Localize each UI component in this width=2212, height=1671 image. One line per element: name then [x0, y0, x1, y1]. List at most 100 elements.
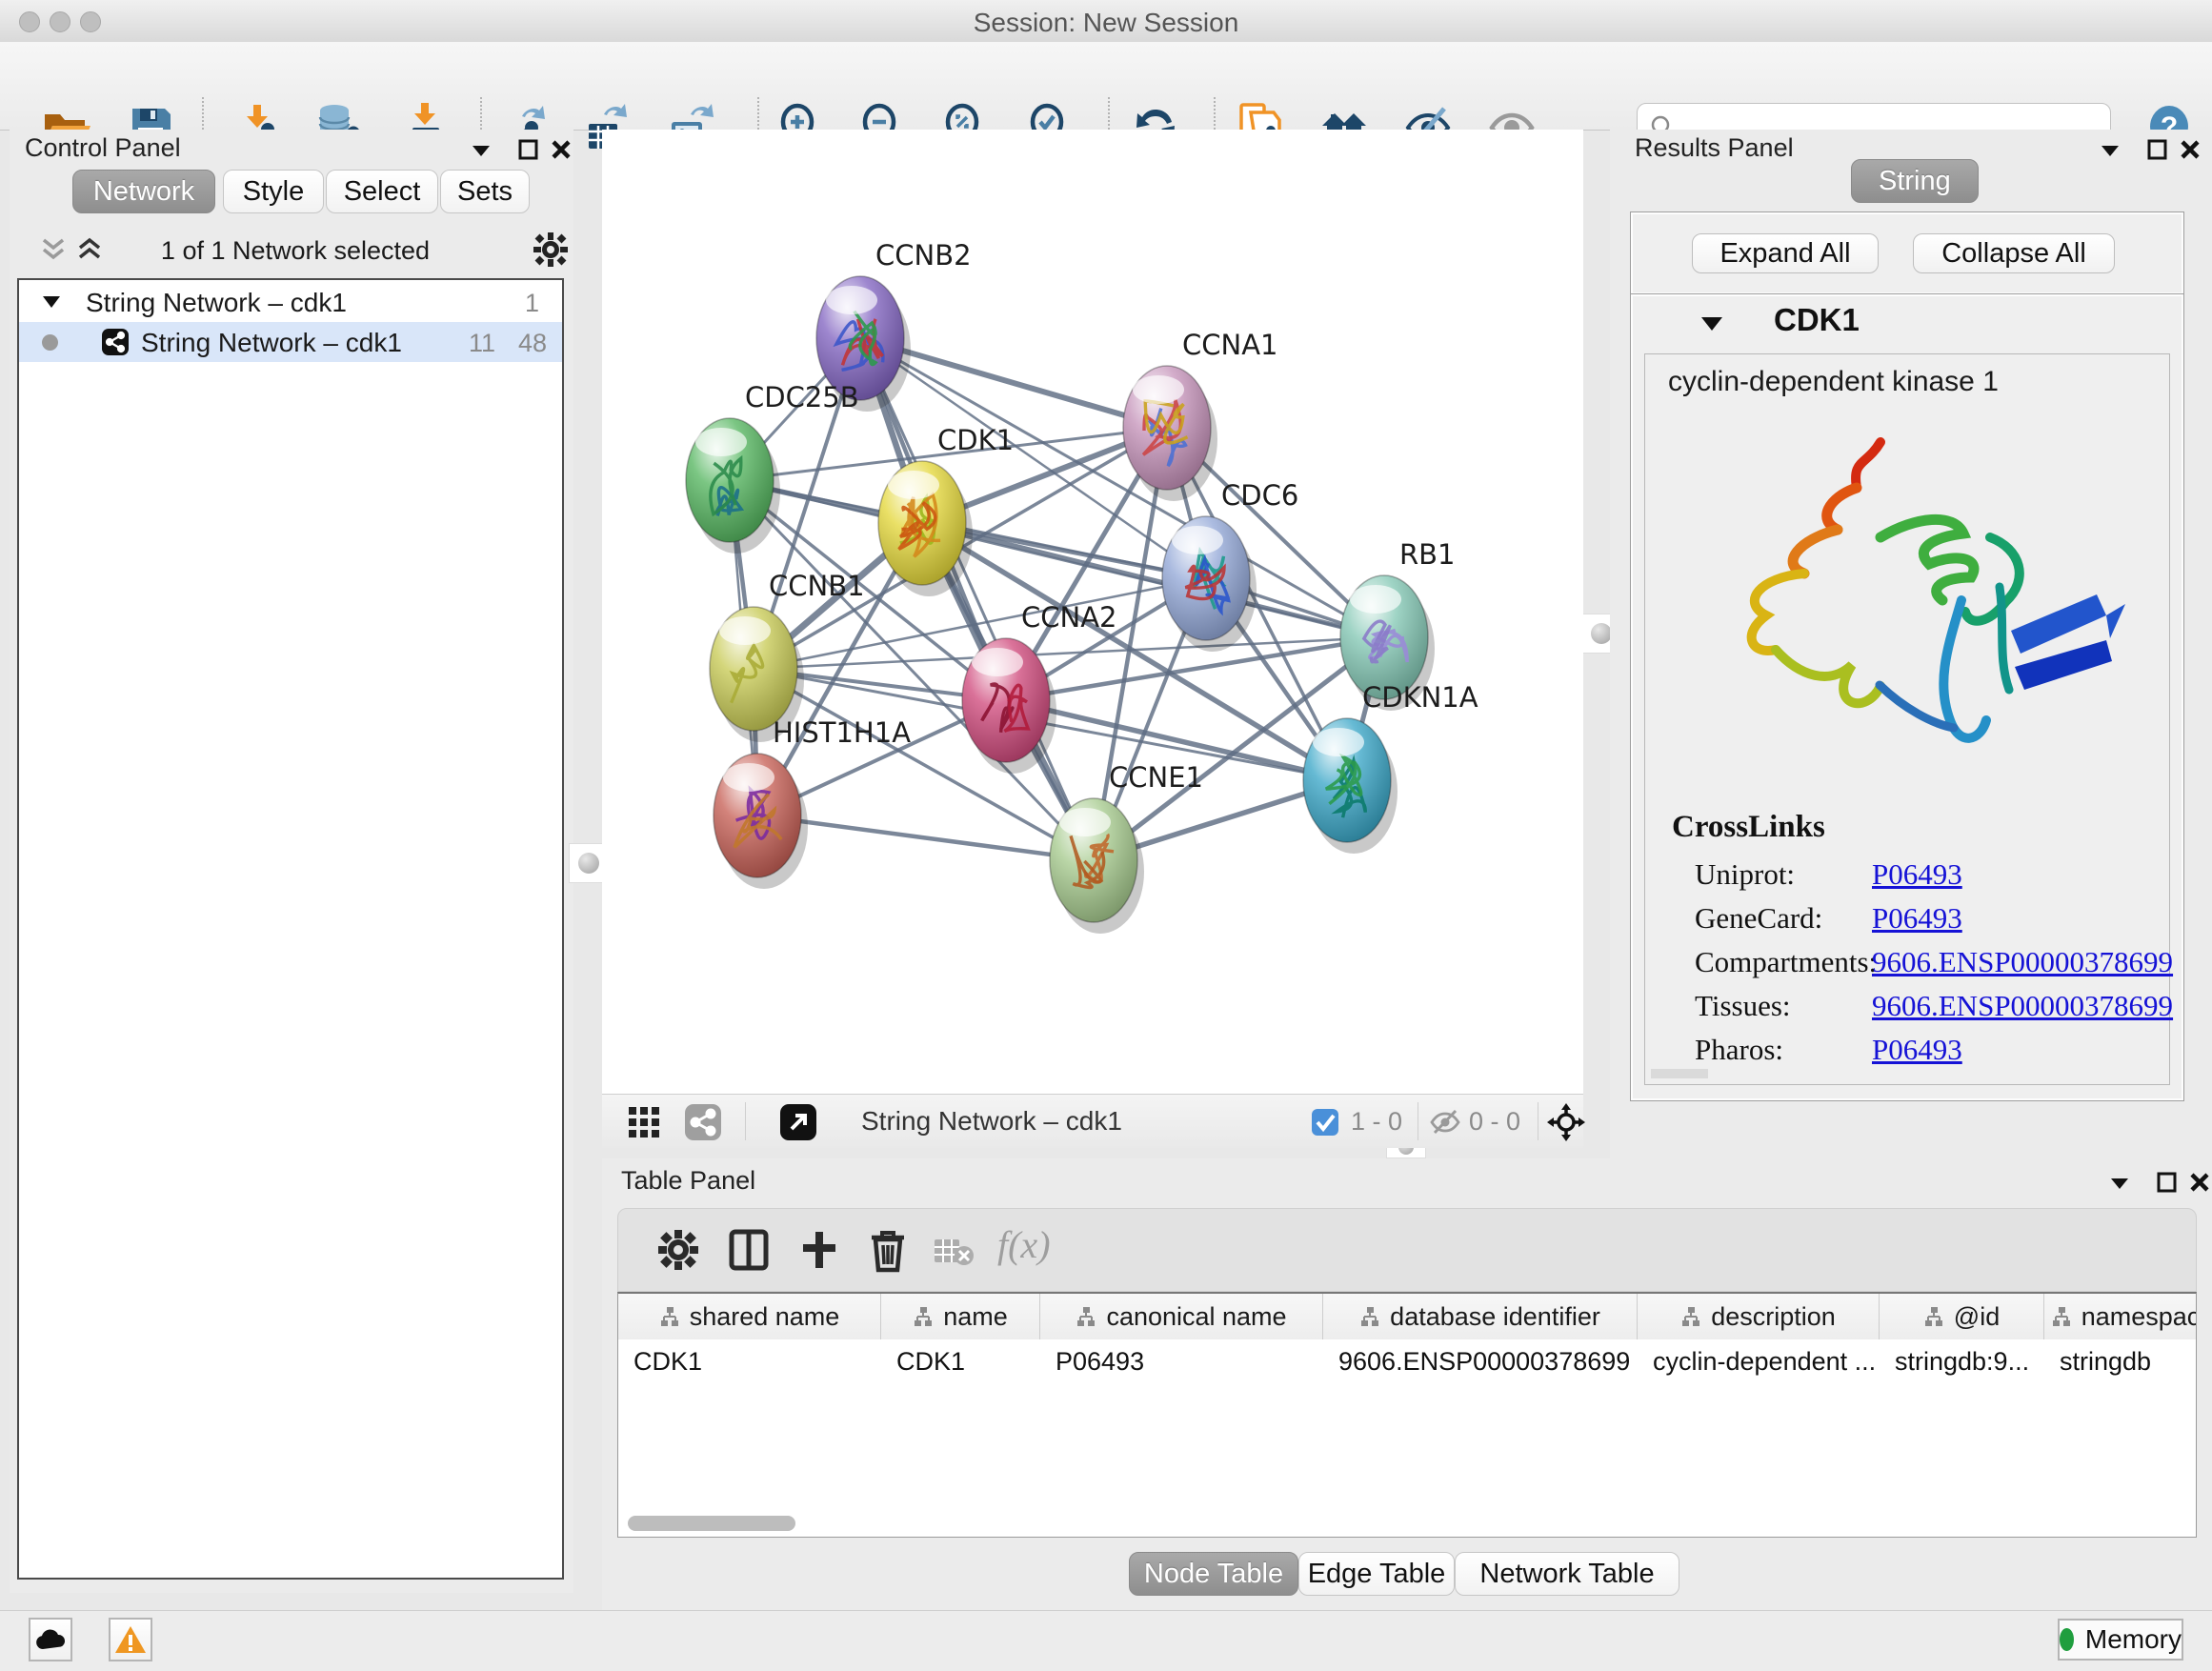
collapse-triangle-icon[interactable] — [40, 292, 63, 312]
column-header-sharedname[interactable]: shared name — [618, 1294, 881, 1339]
node-label-CDK1: CDK1 — [937, 424, 1014, 456]
network-node-CDKN1A[interactable]: CDKN1A — [1303, 681, 1478, 854]
memory-label: Memory — [2085, 1624, 2182, 1655]
column-type-icon — [1359, 1306, 1380, 1327]
gene-description: cyclin-dependent kinase 1 — [1668, 366, 1999, 398]
table-cell[interactable]: stringdb — [2044, 1339, 2197, 1383]
crosslink-label: Compartments: — [1695, 945, 1877, 979]
results-actions-box: Expand All Collapse All — [1630, 211, 2184, 295]
network-node-HIST1H1A[interactable]: HIST1H1A — [714, 716, 911, 889]
table-gear-icon[interactable] — [654, 1226, 702, 1274]
table-cell[interactable]: P06493 — [1040, 1339, 1323, 1383]
table-cell[interactable]: CDK1 — [881, 1339, 1040, 1383]
tab-network-table[interactable]: Network Table — [1455, 1552, 1679, 1596]
column-header-description[interactable]: description — [1638, 1294, 1880, 1339]
tab-sets[interactable]: Sets — [440, 170, 530, 213]
network-graph[interactable]: CCNB2CCNA1CDC25BCDK1CDC6RB1CCNB1CCNA2CDK… — [602, 130, 1583, 1094]
collapse-entry-icon[interactable] — [1699, 313, 1724, 334]
expand-all-icon[interactable] — [72, 232, 107, 265]
network-node-CCNA1[interactable]: CCNA1 — [1123, 329, 1277, 501]
column-header-canonicalname[interactable]: canonical name — [1040, 1294, 1323, 1339]
tab-select[interactable]: Select — [326, 170, 438, 213]
tab-network[interactable]: Network — [72, 170, 215, 213]
network-canvas[interactable]: CCNB2CCNA1CDC25BCDK1CDC6RB1CCNB1CCNA2CDK… — [602, 130, 1583, 1094]
tab-edge-table[interactable]: Edge Table — [1298, 1552, 1455, 1596]
float-panel-icon[interactable] — [2103, 1168, 2136, 1197]
results-panel: Results Panel String Expand All Collapse… — [1610, 130, 2212, 1158]
node-label-CCNA1: CCNA1 — [1182, 329, 1277, 361]
tab-style[interactable]: Style — [223, 170, 324, 213]
memory-button[interactable]: Memory — [2058, 1619, 2183, 1661]
table-header-row: shared namenamecanonical name database id… — [618, 1294, 2196, 1340]
string-panel-icon[interactable] — [684, 1103, 722, 1141]
results-scrollbar[interactable] — [1651, 1069, 1708, 1078]
crosslink-label: Tissues: — [1695, 989, 1791, 1023]
birdseye-grid-icon[interactable] — [627, 1105, 661, 1139]
table-horizontal-scrollbar[interactable] — [628, 1516, 795, 1531]
table-panel-title: Table Panel — [621, 1166, 755, 1196]
collapse-all-icon[interactable] — [36, 232, 70, 265]
table-cell[interactable]: stringdb:9... — [1880, 1339, 2044, 1383]
crosslink-genecard[interactable]: P06493 — [1872, 901, 1962, 936]
node-label-CCNE1: CCNE1 — [1109, 761, 1203, 794]
crosslink-label: Pharos: — [1695, 1033, 1783, 1067]
column-type-icon — [659, 1306, 680, 1327]
column-header-namespace[interactable]: namespace — [2044, 1294, 2197, 1339]
network-node-CDC6[interactable]: CDC6 — [1162, 479, 1298, 652]
table-cell[interactable]: 9606.ENSP00000378699 — [1323, 1339, 1638, 1383]
table-row[interactable]: CDK1CDK1P064939606.ENSP00000378699cyclin… — [618, 1339, 2196, 1383]
network-status-dot — [42, 334, 58, 351]
function-builder-icon[interactable]: f(x) — [997, 1222, 1051, 1267]
control-panel-title: Control Panel — [25, 133, 181, 163]
selected-checkbox-icon[interactable] — [1311, 1108, 1339, 1137]
column-header-databaseidentifier[interactable]: database identifier — [1323, 1294, 1638, 1339]
pan-crosshair-icon[interactable] — [1547, 1103, 1585, 1141]
crosslink-compartments[interactable]: 9606.ENSP00000378699 — [1872, 945, 2173, 979]
crosslink-pharos[interactable]: P06493 — [1872, 1033, 1962, 1067]
control-panel: Control Panel NetworkStyleSelectSets 1 o… — [10, 130, 573, 1593]
main-toolbar: ? — [0, 42, 2212, 131]
close-panel-icon[interactable] — [2183, 1168, 2212, 1197]
close-panel-icon[interactable] — [2174, 135, 2206, 164]
close-panel-icon[interactable] — [545, 135, 577, 164]
warning-button[interactable] — [109, 1618, 152, 1661]
results-content-box: CDK1 cyclin-dependent kinase 1 — [1630, 293, 2184, 1101]
delete-table-icon[interactable] — [933, 1236, 975, 1268]
status-bar: Memory — [0, 1610, 2212, 1671]
column-label: database identifier — [1390, 1302, 1600, 1332]
network-edge-CCNB2-CCNE1[interactable] — [860, 338, 1094, 860]
table-panel: Table Panel f(x) shared namenamecanonica… — [602, 1158, 2212, 1610]
add-column-icon[interactable] — [795, 1226, 843, 1274]
collapse-all-button[interactable]: Collapse All — [1913, 233, 2115, 273]
network-collection-row[interactable]: String Network – cdk1 1 — [19, 282, 562, 322]
column-header-id[interactable]: @id — [1880, 1294, 2044, 1339]
maximize-panel-icon[interactable] — [513, 135, 545, 164]
hidden-eye-icon[interactable] — [1429, 1108, 1461, 1137]
network-row[interactable]: String Network – cdk1 11 48 — [19, 322, 562, 362]
column-header-name[interactable]: name — [881, 1294, 1040, 1339]
float-panel-icon[interactable] — [2094, 135, 2126, 164]
tab-node-table[interactable]: Node Table — [1129, 1552, 1298, 1596]
expand-all-button[interactable]: Expand All — [1692, 233, 1879, 273]
table-cell[interactable]: CDK1 — [618, 1339, 881, 1383]
crosslink-tissues[interactable]: 9606.ENSP00000378699 — [1872, 989, 2173, 1023]
gear-icon[interactable] — [532, 231, 570, 269]
float-panel-icon[interactable] — [465, 135, 497, 164]
node-label-CDC6: CDC6 — [1221, 479, 1298, 512]
network-node-CCNE1[interactable]: CCNE1 — [1050, 761, 1203, 934]
maximize-panel-icon[interactable] — [2142, 135, 2174, 164]
node-label-CCNA2: CCNA2 — [1021, 601, 1116, 634]
maximize-panel-icon[interactable] — [2151, 1168, 2183, 1197]
table-cell[interactable]: cyclin-dependent ... — [1638, 1339, 1880, 1383]
select-columns-icon[interactable] — [725, 1226, 773, 1274]
crosslink-uniprot[interactable]: P06493 — [1872, 857, 1962, 892]
string-network-icon — [101, 328, 130, 356]
delete-column-icon[interactable] — [864, 1226, 912, 1274]
tab-string[interactable]: String — [1851, 159, 1979, 203]
network-edge-HIST1H1A-CCNE1[interactable] — [757, 815, 1094, 860]
cytoscape-window: Session: New Session ? Control Panel — [0, 0, 2212, 1671]
cloud-icon — [34, 1628, 67, 1651]
open-in-window-icon[interactable] — [779, 1103, 817, 1141]
crosslinks-heading: CrossLinks — [1672, 810, 1825, 845]
cloud-button[interactable] — [29, 1618, 72, 1661]
